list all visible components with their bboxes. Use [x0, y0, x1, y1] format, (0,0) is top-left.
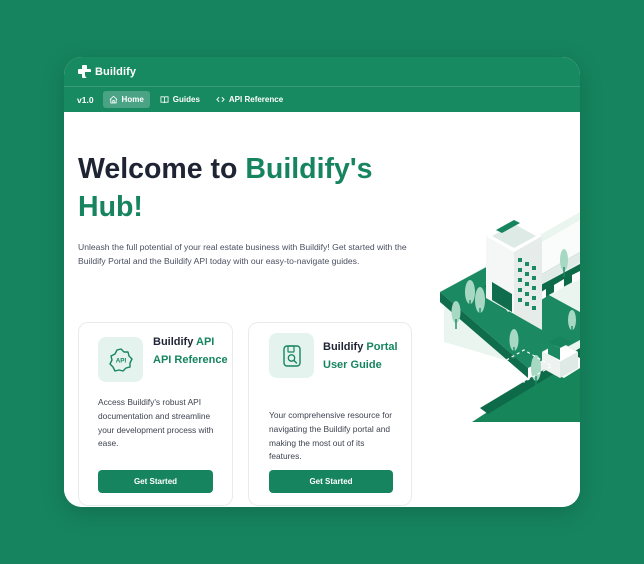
card-title-accent-rest: User Guide [323, 358, 382, 371]
card-title-accent-rest: API Reference [153, 353, 228, 366]
card-title-plain: Buildify [153, 336, 194, 348]
api-icon-text: API [115, 357, 126, 364]
nav-item-label: API Reference [228, 95, 284, 104]
code-icon [216, 96, 225, 103]
title-prefix: Welcome to [78, 153, 246, 185]
nav-item-label: Home [121, 95, 144, 104]
top-bar: Buildify [64, 57, 580, 87]
main-content: Welcome to Buildify's Hub! Unleash the f… [64, 112, 580, 507]
nav-item-api-reference[interactable]: API Reference [210, 91, 289, 108]
nav-item-guides[interactable]: Guides [154, 91, 206, 108]
page-title: Welcome to Buildify's Hub! [78, 150, 398, 226]
api-reference-card: API Buildify API API Reference Access Bu… [78, 322, 233, 506]
card-title: Buildify Portal User Guide [323, 339, 409, 374]
card-description: Access Buildify's robust API documentati… [98, 397, 214, 449]
api-icon: API [98, 337, 143, 382]
nav-item-home[interactable]: Home [102, 91, 150, 108]
card-title-accent: Portal [366, 341, 398, 353]
card-description: Your comprehensive resource for navigati… [269, 410, 393, 462]
nav-item-label: Guides [172, 95, 200, 104]
document-search-icon [269, 333, 314, 378]
buildify-logo-icon [78, 65, 91, 78]
brand-name[interactable]: Buildify [95, 66, 136, 78]
nav-bar: v1.0 Home Guides API Reference [64, 87, 580, 112]
card-title: Buildify API API Reference [153, 334, 231, 369]
intro-text: Unleash the full potential of your real … [78, 242, 407, 267]
portal-guide-card: Buildify Portal User Guide Your comprehe… [248, 322, 412, 506]
book-icon [160, 96, 169, 104]
version-label[interactable]: v1.0 [77, 95, 94, 105]
get-started-portal-button[interactable]: Get Started [269, 470, 393, 493]
home-icon [109, 95, 117, 104]
isometric-city-illustration [440, 212, 580, 422]
card-title-plain: Buildify [323, 341, 364, 353]
app-window: Buildify v1.0 Home Guides API Reference … [64, 57, 580, 507]
get-started-api-button[interactable]: Get Started [98, 470, 213, 493]
card-title-accent: API [196, 336, 215, 348]
